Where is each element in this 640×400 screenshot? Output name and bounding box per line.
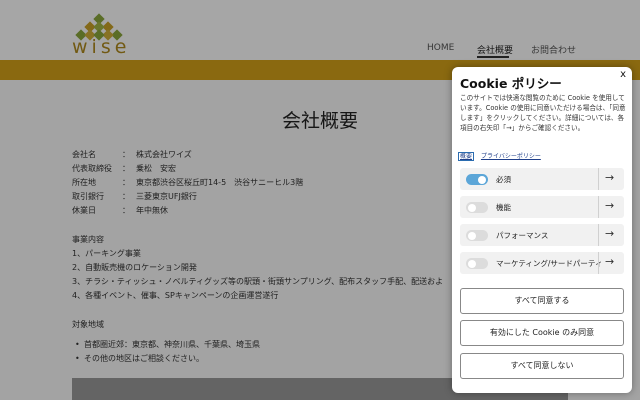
cookie-panel-title: Cookie ポリシー: [460, 76, 562, 91]
performance-toggle[interactable]: [466, 230, 488, 241]
category-label: 必須: [496, 175, 511, 184]
overview-link[interactable]: 概要: [457, 152, 475, 161]
functional-toggle[interactable]: [466, 202, 488, 213]
reject-all-button[interactable]: すべて同意しない: [460, 353, 624, 379]
cookie-category-performance: パフォーマンス →: [460, 224, 624, 246]
required-toggle[interactable]: [466, 174, 488, 185]
cookie-description: このサイトでは快適な閲覧のために Cookie を使用しています。Cookie …: [460, 94, 626, 132]
accept-all-button[interactable]: すべて同意する: [460, 288, 624, 314]
arrow-right-icon[interactable]: →: [605, 227, 614, 240]
arrow-right-icon[interactable]: →: [605, 171, 614, 184]
cookie-category-functional: 機能 →: [460, 196, 624, 218]
arrow-right-icon[interactable]: →: [605, 199, 614, 212]
marketing-toggle[interactable]: [466, 258, 488, 269]
category-label: マーケティング/サードパーティ: [496, 259, 603, 268]
category-label: 機能: [496, 203, 511, 212]
cookie-category-required: 必須 →: [460, 168, 624, 190]
cookie-links: 概要 プライバシーポリシー: [457, 151, 547, 161]
arrow-right-icon[interactable]: →: [605, 255, 614, 268]
accept-selected-button[interactable]: 有効にした Cookie のみ同意: [460, 320, 624, 346]
close-icon[interactable]: x: [620, 69, 626, 80]
category-label: パフォーマンス: [496, 231, 549, 240]
cookie-category-marketing: マーケティング/サードパーティ →: [460, 252, 624, 274]
privacy-policy-link[interactable]: プライバシーポリシー: [481, 153, 541, 160]
cookie-policy-panel: Cookie ポリシー x このサイトでは快適な閲覧のために Cookie を使…: [452, 67, 632, 393]
